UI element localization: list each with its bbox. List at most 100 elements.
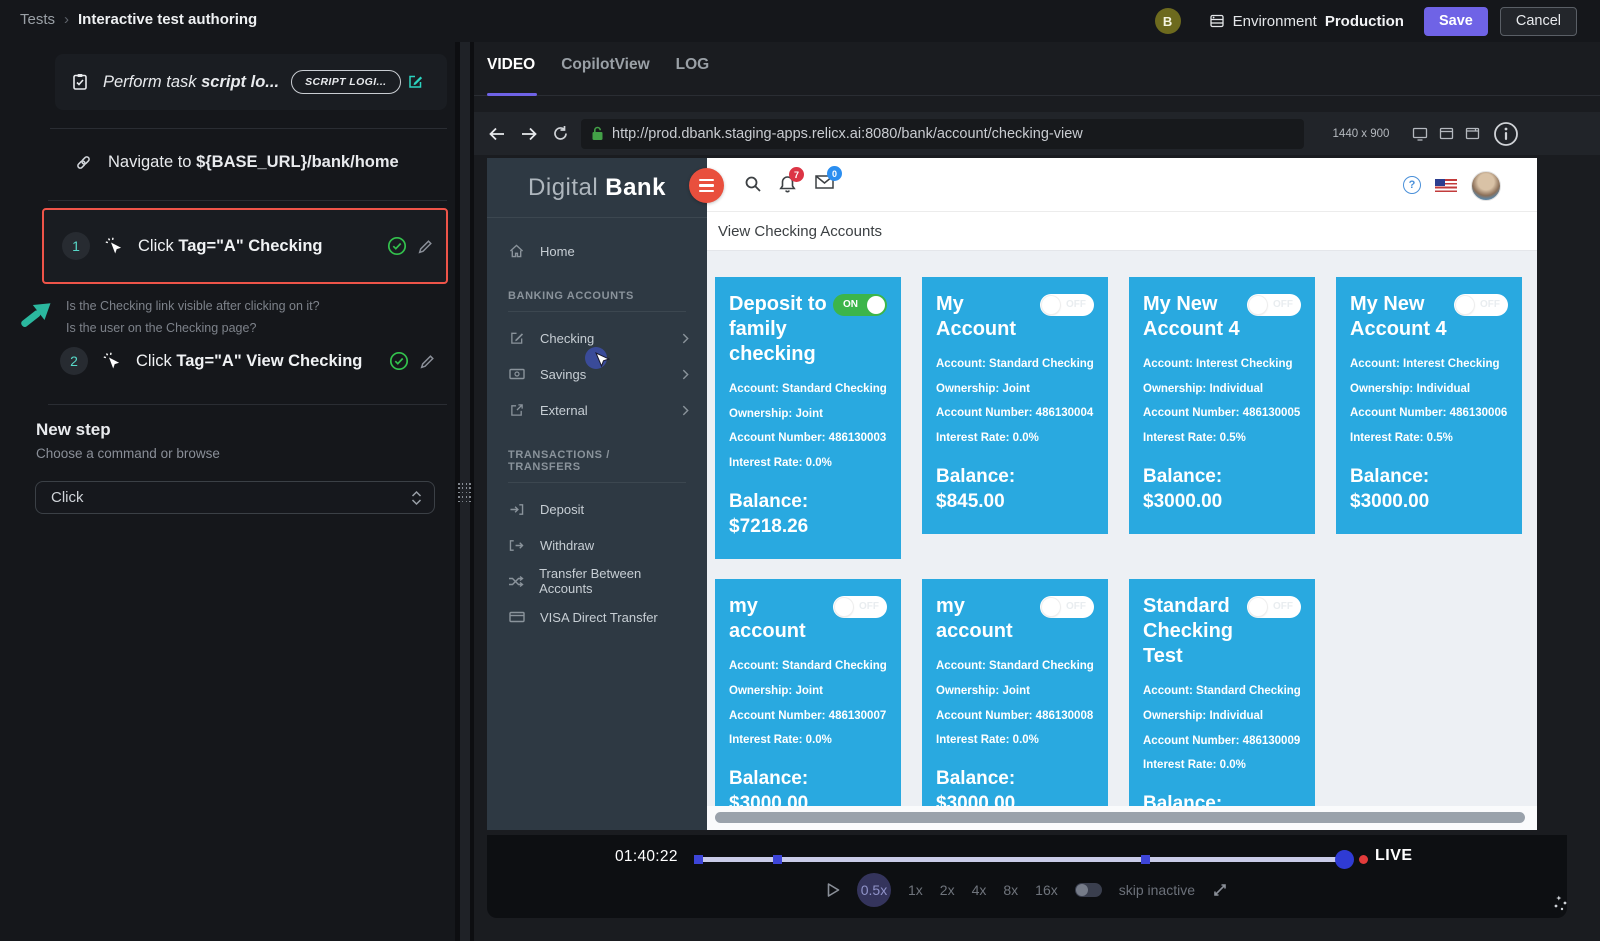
- account-toggle-off[interactable]: OFF: [1247, 294, 1301, 316]
- user-avatar[interactable]: B: [1155, 8, 1181, 34]
- timeline-track[interactable]: [695, 857, 1345, 862]
- test-steps-panel: Perform task script lo... SCRIPT LOGI...…: [0, 42, 455, 941]
- bank-nav-item-deposit[interactable]: Deposit: [487, 491, 707, 527]
- tab-log[interactable]: LOG: [676, 56, 710, 90]
- bank-nav-item-visa-direct-transfer[interactable]: VISA Direct Transfer: [487, 599, 707, 635]
- check-circle-icon[interactable]: [387, 236, 407, 256]
- breadcrumb-tests[interactable]: Tests: [20, 11, 55, 28]
- account-toggle-off[interactable]: OFF: [1454, 294, 1508, 316]
- check-circle-icon[interactable]: [389, 351, 409, 371]
- timeline-marker[interactable]: [773, 855, 782, 864]
- recorded-cursor-icon: [583, 346, 613, 381]
- clipboard-check-icon: [71, 73, 89, 91]
- speed-8x[interactable]: 8x: [1003, 882, 1018, 898]
- sign-out-icon: [508, 539, 525, 552]
- cancel-button[interactable]: Cancel: [1500, 7, 1577, 36]
- account-toggle-off[interactable]: OFF: [1247, 596, 1301, 618]
- playback-controls: 0.5x1x2x4x8x16x skip inactive: [487, 881, 1567, 899]
- monitor-icon[interactable]: [1412, 127, 1428, 141]
- window-alt-icon[interactable]: [1465, 127, 1480, 140]
- timeline-playhead[interactable]: [1335, 850, 1354, 869]
- tab-copilotview[interactable]: CopilotView: [561, 56, 649, 90]
- account-detail-line: Account Number: 486130003: [729, 426, 887, 451]
- navigate-step-row[interactable]: Navigate to ${BASE_URL}/bank/home: [75, 145, 399, 179]
- info-icon[interactable]: [1493, 121, 1519, 147]
- speed-1x[interactable]: 1x: [908, 882, 923, 898]
- bank-nav-item-transfer-between-accounts[interactable]: Transfer Between Accounts: [487, 563, 707, 599]
- account-details: Account: Standard CheckingOwnership: Joi…: [729, 377, 887, 476]
- tab-video[interactable]: VIDEO: [487, 56, 535, 90]
- active-tab-underline: [487, 93, 537, 96]
- navigate-step-label: Navigate to ${BASE_URL}/bank/home: [108, 153, 399, 172]
- speed-2x[interactable]: 2x: [940, 882, 955, 898]
- task-step-row[interactable]: Perform task script lo... SCRIPT LOGI...: [55, 54, 447, 110]
- edit-note-icon[interactable]: [407, 74, 423, 90]
- account-balance: Balance:$3000.00: [1143, 465, 1301, 514]
- hamburger-menu-button[interactable]: [689, 168, 724, 203]
- toggle-knob: [1456, 296, 1474, 314]
- live-label: LIVE: [1375, 847, 1413, 865]
- mail-icon[interactable]: 0: [815, 175, 834, 194]
- script-logic-button[interactable]: SCRIPT LOGI...: [291, 70, 400, 94]
- assertion-line: Is the Checking link visible after click…: [66, 295, 320, 317]
- account-toggle-off[interactable]: OFF: [833, 596, 887, 618]
- external-link-icon: [508, 403, 525, 417]
- cursor-click-icon: [104, 236, 124, 256]
- step-row-1[interactable]: 1 Click Tag="A" Checking: [42, 208, 448, 284]
- breadcrumb: Tests › Interactive test authoring: [20, 11, 257, 28]
- credit-card-icon: [508, 611, 525, 623]
- database-icon: [1209, 13, 1225, 29]
- forward-icon[interactable]: [520, 126, 538, 142]
- speed-0.5x[interactable]: 0.5x: [857, 873, 891, 907]
- task-step-label: Perform task script lo...: [103, 73, 279, 92]
- environment-selector[interactable]: Environment Production: [1209, 13, 1404, 30]
- pencil-icon[interactable]: [417, 238, 434, 255]
- save-button[interactable]: Save: [1424, 7, 1488, 36]
- bell-icon[interactable]: 7: [779, 175, 796, 199]
- bank-nav-item-label: Withdraw: [540, 538, 594, 553]
- bank-user-avatar[interactable]: [1471, 171, 1501, 201]
- bank-nav-item-home[interactable]: Home: [487, 233, 707, 269]
- bank-nav-item-withdraw[interactable]: Withdraw: [487, 527, 707, 563]
- panel-resize-handle[interactable]: [458, 483, 471, 503]
- step-number-badge: 2: [60, 347, 88, 375]
- account-detail-line: Account: Standard Checking: [936, 654, 1094, 679]
- bank-nav: HomeBANKING ACCOUNTSCheckingSavingsExter…: [487, 233, 707, 635]
- toggle-label: OFF: [1480, 299, 1500, 310]
- account-toggle-on[interactable]: ON: [833, 294, 887, 316]
- cursor-click-icon: [102, 351, 122, 371]
- assertion-line: Is the user on the Checking page?: [66, 317, 320, 339]
- account-toggle-off[interactable]: OFF: [1040, 294, 1094, 316]
- play-icon[interactable]: [826, 882, 840, 898]
- chevron-right-icon: [682, 369, 689, 380]
- balance-amount: $3000.00: [1143, 490, 1301, 515]
- bank-nav-item-label: External: [540, 403, 588, 418]
- us-flag-icon[interactable]: [1435, 179, 1457, 192]
- bank-nav-item-external[interactable]: External: [487, 392, 707, 428]
- account-toggle-off[interactable]: OFF: [1040, 596, 1094, 618]
- timeline-marker[interactable]: [1141, 855, 1150, 864]
- toggle-label: OFF: [859, 601, 879, 612]
- step-row-2[interactable]: 2 Click Tag="A" View Checking: [42, 339, 448, 383]
- account-details: Account: Standard CheckingOwnership: Ind…: [1143, 679, 1301, 778]
- timeline-marker[interactable]: [694, 855, 703, 864]
- help-icon[interactable]: ?: [1403, 176, 1421, 194]
- speed-16x[interactable]: 16x: [1035, 882, 1058, 898]
- url-text: http://prod.dbank.staging-apps.relicx.ai…: [612, 126, 1083, 142]
- mail-badge: 0: [827, 166, 842, 181]
- skip-inactive-toggle[interactable]: [1075, 883, 1102, 897]
- window-icon[interactable]: [1439, 127, 1454, 140]
- reload-icon[interactable]: [552, 125, 569, 142]
- balance-label: Balance:: [936, 767, 1094, 792]
- fullscreen-icon[interactable]: [1212, 882, 1228, 898]
- back-icon[interactable]: [488, 126, 506, 142]
- url-bar[interactable]: http://prod.dbank.staging-apps.relicx.ai…: [581, 119, 1304, 149]
- account-card: OFFmy accountAccount: Standard CheckingO…: [715, 579, 901, 830]
- balance-label: Balance:: [729, 767, 887, 792]
- account-detail-line: Account Number: 486130004: [936, 401, 1094, 426]
- scrollbar-thumb[interactable]: [715, 812, 1525, 823]
- command-select[interactable]: Click: [35, 481, 435, 514]
- search-icon[interactable]: [744, 175, 762, 198]
- pencil-icon[interactable]: [419, 353, 436, 370]
- speed-4x[interactable]: 4x: [972, 882, 987, 898]
